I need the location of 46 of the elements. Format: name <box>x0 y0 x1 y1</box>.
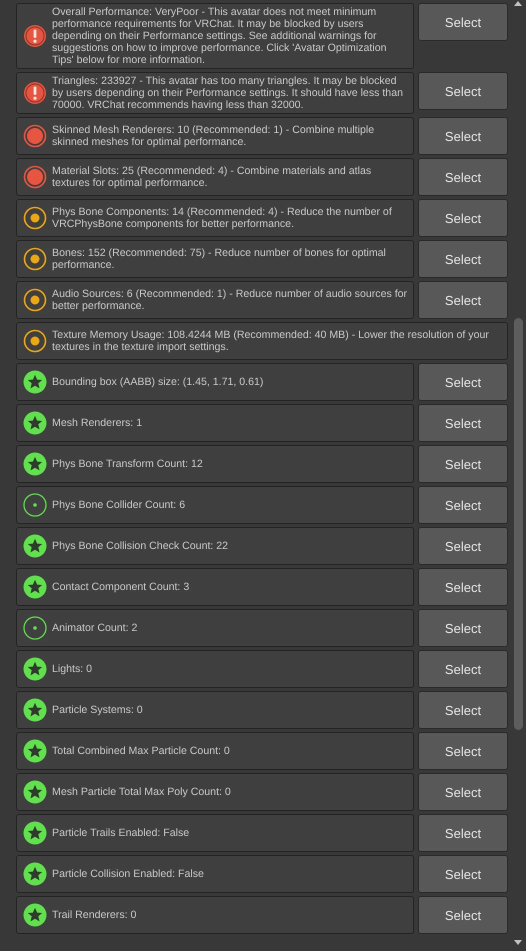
select-button[interactable]: Select <box>418 527 508 565</box>
message-text: Contact Component Count: 3 <box>52 581 190 593</box>
message-text: Particle Collision Enabled: False <box>52 868 204 880</box>
message-text: Bounding box (AABB) size: (1.45, 1.71, 0.61) <box>52 376 264 388</box>
message-text: Phys Bone Components: 14 (Recommended: 4) - Reduce the number of VRCPhysBone components for better performance. <box>52 206 393 230</box>
message-text: Animator Count: 2 <box>52 622 138 634</box>
message-text: Phys Bone Collision Check Count: 22 <box>52 540 228 552</box>
message-text: Particle Systems: 0 <box>52 704 143 716</box>
message-text: Particle Trails Enabled: False <box>52 827 190 839</box>
scroll-down-icon[interactable] <box>514 940 522 945</box>
message-text: Mesh Renderers: 1 <box>52 417 142 429</box>
select-button[interactable]: Select <box>418 281 508 319</box>
select-button[interactable]: Select <box>418 240 508 278</box>
message-text: Bones: 152 (Recommended: 75) - Reduce number of bones for optimal performance. <box>52 247 387 271</box>
select-button[interactable]: Select <box>418 404 508 442</box>
select-button[interactable]: Select <box>418 650 508 688</box>
select-button[interactable]: Select <box>418 3 508 41</box>
message-text: Skinned Mesh Renderers: 10 (Recommended: 1) - Combine multiple skinned meshes for optimal performance. <box>52 124 376 148</box>
message-text: Phys Bone Collider Count: 6 <box>52 499 186 511</box>
select-button[interactable]: Select <box>418 896 508 934</box>
select-button[interactable]: Select <box>418 486 508 524</box>
scrollbar-thumb[interactable] <box>514 318 522 730</box>
select-button[interactable]: Select <box>418 363 508 401</box>
select-button[interactable]: Select <box>418 568 508 606</box>
scroll-up-icon[interactable] <box>514 1 522 6</box>
message-text: Audio Sources: 6 (Recommended: 1) - Reduce number of audio sources for better performance. <box>52 288 408 312</box>
message-text: Phys Bone Transform Count: 12 <box>52 458 203 470</box>
select-button[interactable]: Select <box>418 691 508 729</box>
select-button[interactable]: Select <box>418 773 508 811</box>
select-button[interactable]: Select <box>418 158 508 196</box>
select-button[interactable]: Select <box>418 117 508 155</box>
select-button[interactable]: Select <box>418 199 508 237</box>
message-text: Material Slots: 25 (Recommended: 4) - Combine materials and atlas textures for optimal performance. <box>52 165 372 189</box>
select-button[interactable]: Select <box>418 445 508 483</box>
select-button[interactable]: Select <box>418 855 508 893</box>
select-button[interactable]: Select <box>418 814 508 852</box>
message-text: Lights: 0 <box>52 663 92 675</box>
select-button[interactable]: Select <box>418 609 508 647</box>
message-text: Mesh Particle Total Max Poly Count: 0 <box>52 786 231 798</box>
message-text: Overall Performance: VeryPoor - This avatar does not meet minimum performance requirements for VRChat. It may be blocked by users depending on their Performance settings. See additional warnings for suggestions on how to improve performance. Click 'Avatar Optimization Tips' below for more information. <box>52 6 388 66</box>
message-text: Trail Renderers: 0 <box>52 909 136 921</box>
message-text: Total Combined Max Particle Count: 0 <box>52 745 230 757</box>
message-text: Texture Memory Usage: 108.4244 MB (Recommended: 40 MB) - Lower the resolution of your textures in the texture import settings. <box>52 329 490 353</box>
select-button[interactable]: Select <box>418 732 508 770</box>
select-button[interactable]: Select <box>418 72 508 110</box>
message-text: Triangles: 233927 - This avatar has too many triangles. It may be blocked by users depending on their Performance settings. It should have less than 70000. VRChat recommends having less than 32000. <box>52 75 404 111</box>
